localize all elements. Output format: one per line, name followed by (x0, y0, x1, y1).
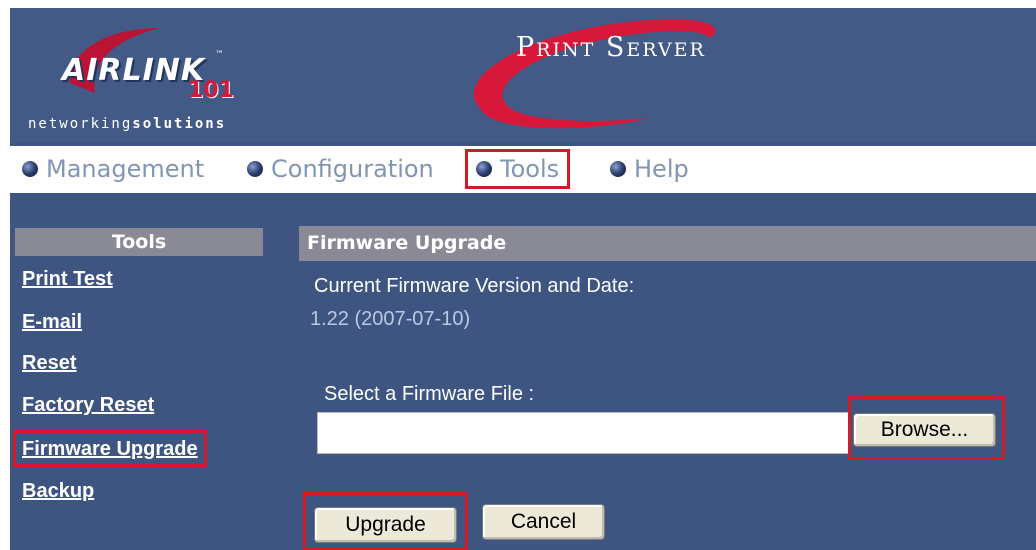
sidebar-item-factory-reset[interactable]: Factory Reset (22, 394, 154, 417)
tagline-part1: networking (28, 116, 133, 132)
sidebar-item-backup[interactable]: Backup (22, 480, 94, 503)
nav-tools[interactable]: Tools (465, 149, 571, 189)
section-title: Firmware Upgrade (299, 226, 1036, 261)
upgrade-highlight: Upgrade (303, 492, 468, 550)
firmware-version-value: 1.22 (2007-07-10) (310, 308, 471, 330)
product-title: Print Server (516, 32, 706, 63)
logo-wordmark: AIRLINK (62, 53, 206, 88)
sidebar-item-print-test[interactable]: Print Test (22, 268, 113, 291)
upgrade-button[interactable]: Upgrade (314, 507, 457, 543)
header: AIRLINK ™ 101 networkingsolutions Print … (10, 8, 1036, 143)
logo-number: 101 (188, 78, 234, 103)
nav-configuration[interactable]: Configuration (247, 152, 434, 186)
nav-help[interactable]: Help (610, 152, 689, 186)
top-nav: Management Configuration Tools Help (10, 146, 1036, 193)
nav-management[interactable]: Management (22, 152, 204, 186)
nav-label: Tools (500, 155, 560, 183)
page-frame: AIRLINK ™ 101 networkingsolutions Print … (10, 8, 1036, 550)
firmware-file-label: Select a Firmware File : (324, 383, 535, 405)
bullet-icon (476, 161, 492, 177)
bullet-icon (247, 161, 263, 177)
nav-label: Configuration (271, 155, 434, 183)
sidebar-item-email[interactable]: E-mail (22, 311, 82, 334)
logo-trademark: ™ (215, 50, 224, 60)
bullet-icon (610, 161, 626, 177)
sidebar-item-reset[interactable]: Reset (22, 352, 76, 375)
browse-button[interactable]: Browse... (853, 413, 996, 447)
bullet-icon (22, 161, 38, 177)
firmware-file-input[interactable] (317, 412, 849, 454)
logo-tagline: networkingsolutions (28, 116, 226, 132)
firmware-version-label: Current Firmware Version and Date: (314, 275, 635, 297)
nav-label: Management (46, 155, 205, 183)
cancel-button[interactable]: Cancel (482, 504, 605, 540)
sidebar-title: Tools (15, 228, 263, 256)
sidebar-item-firmware-upgrade[interactable]: Firmware Upgrade (13, 430, 207, 467)
tagline-part2: solutions (132, 116, 227, 132)
browse-highlight: Browse... (848, 396, 1005, 460)
nav-label: Help (634, 155, 689, 183)
